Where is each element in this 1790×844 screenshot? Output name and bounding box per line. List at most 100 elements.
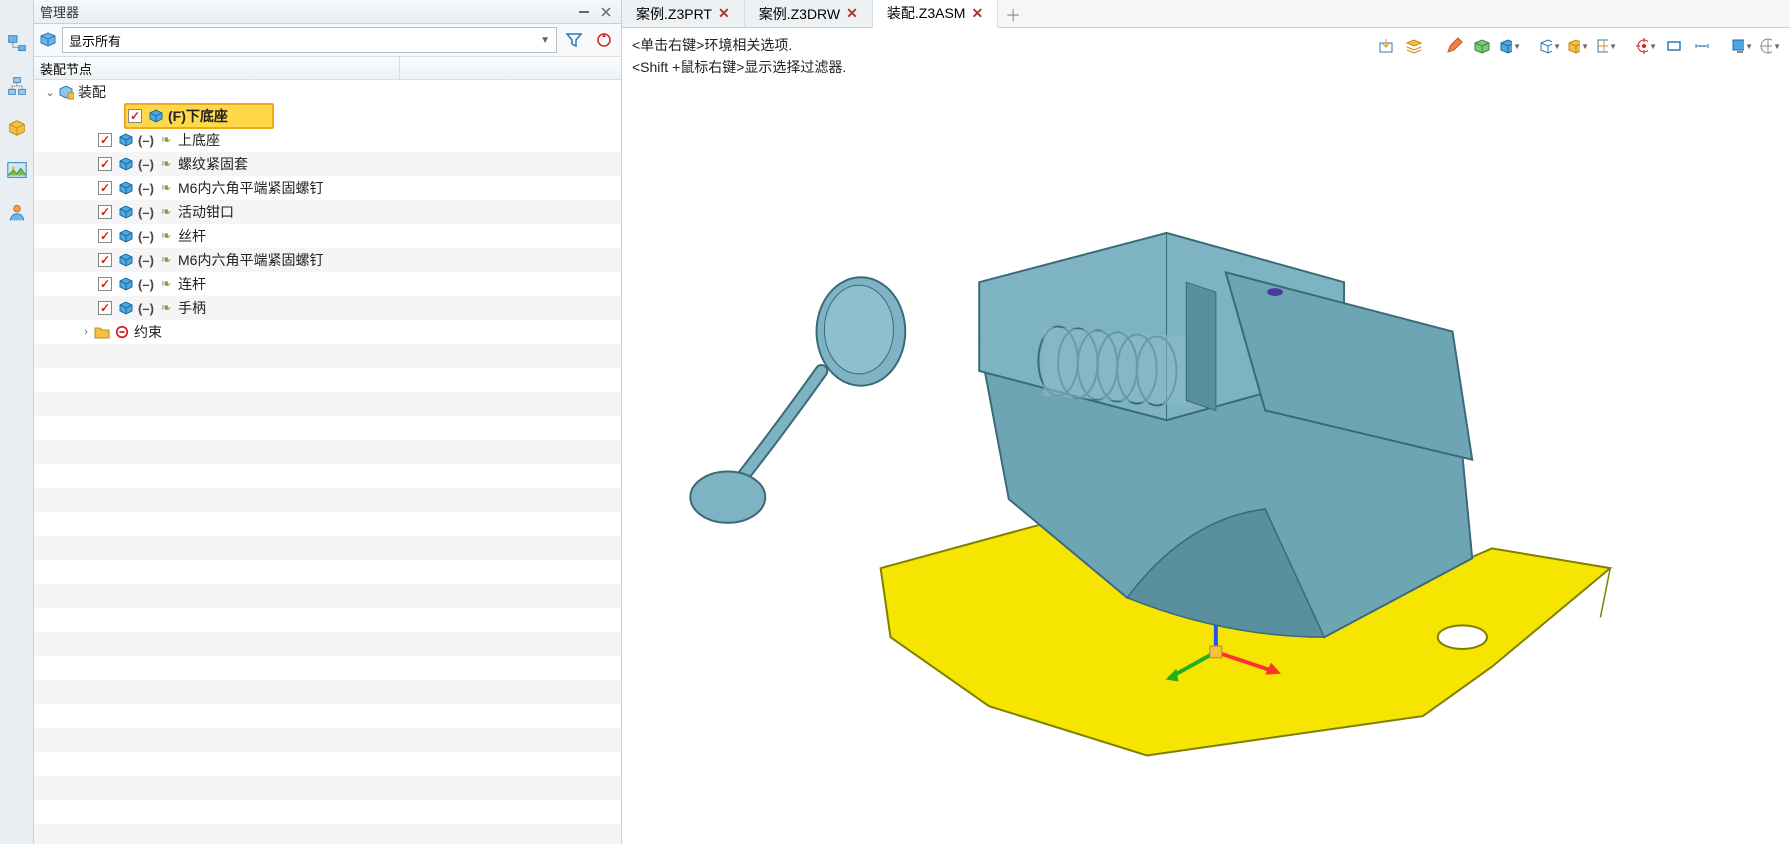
collapse-icon[interactable]: ⌄ bbox=[42, 86, 58, 99]
tab-label: 案例.Z3DRW bbox=[759, 4, 840, 24]
tree-item[interactable]: ✓ (–) ❧ 丝杆 bbox=[34, 224, 621, 248]
tree-empty-row bbox=[34, 488, 621, 512]
checkbox[interactable]: ✓ bbox=[98, 277, 112, 291]
tree-item-label: 手柄 bbox=[178, 298, 206, 318]
tree-item[interactable]: ✓ (F)下底座 bbox=[34, 104, 621, 128]
tree-root-row[interactable]: ⌄ 装配 bbox=[34, 80, 621, 104]
close-icon[interactable]: ✕ bbox=[971, 5, 983, 22]
close-icon[interactable]: ✕ bbox=[846, 5, 858, 22]
chevron-down-icon: ▼ bbox=[1649, 42, 1657, 51]
folder-icon bbox=[94, 324, 110, 340]
hint-line-2: <Shift +鼠标右键>显示选择过滤器. bbox=[632, 56, 1356, 78]
image-icon[interactable] bbox=[5, 158, 29, 182]
checkbox[interactable]: ✓ bbox=[98, 301, 112, 315]
tree-empty-row bbox=[34, 512, 621, 536]
rectangle-icon[interactable] bbox=[1662, 34, 1686, 58]
tree-empty-row bbox=[34, 728, 621, 752]
leaf-icon: ❧ bbox=[158, 300, 174, 316]
tree-item[interactable]: ✓ (–) ❧ 上底座 bbox=[34, 128, 621, 152]
tree-icon[interactable] bbox=[5, 32, 29, 56]
3d-viewport[interactable] bbox=[622, 85, 1790, 844]
filter-dropdown[interactable]: 显示所有 ▼ bbox=[62, 27, 557, 53]
close-button[interactable] bbox=[597, 4, 615, 20]
pencil-icon[interactable] bbox=[1442, 34, 1466, 58]
isometric-icon[interactable]: ▼ bbox=[1566, 34, 1590, 58]
part-icon bbox=[118, 228, 134, 244]
tab-label: 装配.Z3ASM bbox=[887, 3, 966, 23]
tree-empty-row bbox=[34, 656, 621, 680]
box-green-icon[interactable] bbox=[1470, 34, 1494, 58]
checkbox[interactable]: ✓ bbox=[98, 253, 112, 267]
hierarchy-icon[interactable] bbox=[5, 74, 29, 98]
box-blue-icon[interactable]: ▼ bbox=[1498, 34, 1522, 58]
axis-icon[interactable]: ▼ bbox=[1594, 34, 1618, 58]
tab-label: 案例.Z3PRT bbox=[636, 4, 712, 24]
filter-row: 显示所有 ▼ bbox=[34, 24, 621, 56]
checkbox[interactable]: ✓ bbox=[98, 229, 112, 243]
checkbox[interactable]: ✓ bbox=[98, 133, 112, 147]
tree-item[interactable]: ✓ (–) ❧ 活动钳口 bbox=[34, 200, 621, 224]
chevron-down-icon: ▼ bbox=[540, 35, 550, 46]
tree-item[interactable]: ✓ (–) ❧ M6内六角平端紧固螺钉 bbox=[34, 248, 621, 272]
chevron-down-icon: ▼ bbox=[1553, 42, 1561, 51]
close-icon[interactable]: ✕ bbox=[718, 5, 730, 22]
part-icon bbox=[118, 204, 134, 220]
leaf-icon: ❧ bbox=[158, 180, 174, 196]
viewport-toolbar: ▼ ▼ ▼ ▼ ▼ ▼ ▼ bbox=[1366, 28, 1790, 85]
funnel-button[interactable] bbox=[561, 27, 587, 53]
import-icon[interactable] bbox=[1374, 34, 1398, 58]
tab-z3asm[interactable]: 装配.Z3ASM ✕ bbox=[873, 0, 998, 28]
column-header: 装配节点 bbox=[34, 56, 621, 80]
tree-empty-row bbox=[34, 608, 621, 632]
assembly-root-icon bbox=[58, 84, 74, 100]
3d-model-render bbox=[622, 85, 1790, 844]
tree-constraints-row[interactable]: › 约束 bbox=[34, 320, 621, 344]
monitor-icon[interactable]: ▼ bbox=[1730, 34, 1754, 58]
tree-item[interactable]: ✓ (–) ❧ 螺纹紧固套 bbox=[34, 152, 621, 176]
layers-icon[interactable] bbox=[1402, 34, 1426, 58]
tab-add-button[interactable]: ＋ bbox=[998, 0, 1028, 27]
tree-empty-row bbox=[34, 440, 621, 464]
target-icon[interactable]: ▼ bbox=[1634, 34, 1658, 58]
checkbox[interactable]: ✓ bbox=[98, 157, 112, 171]
manager-title-text: 管理器 bbox=[40, 2, 79, 21]
part-icon bbox=[118, 300, 134, 316]
left-toolbar bbox=[0, 0, 34, 844]
tree-item[interactable]: ✓ (–) ❧ 连杆 bbox=[34, 272, 621, 296]
tree-empty-row bbox=[34, 752, 621, 776]
tree-item-highlighted[interactable]: ✓ (F)下底座 bbox=[124, 103, 274, 129]
part-icon bbox=[118, 156, 134, 172]
tree-empty-row bbox=[34, 464, 621, 488]
checkbox[interactable]: ✓ bbox=[98, 205, 112, 219]
assembly-icon bbox=[38, 30, 58, 50]
checkbox[interactable]: ✓ bbox=[98, 181, 112, 195]
scope-icon[interactable]: ▼ bbox=[1758, 34, 1782, 58]
ruler-icon[interactable] bbox=[1690, 34, 1714, 58]
checkbox[interactable]: ✓ bbox=[128, 109, 142, 123]
tab-z3drw[interactable]: 案例.Z3DRW ✕ bbox=[745, 0, 873, 27]
dash-icon: (–) bbox=[138, 252, 154, 268]
dash-icon: (–) bbox=[138, 132, 154, 148]
expand-icon[interactable]: › bbox=[78, 326, 94, 338]
leaf-icon: ❧ bbox=[158, 156, 174, 172]
manager-titlebar: 管理器 bbox=[34, 0, 621, 24]
tree-item-label: M6内六角平端紧固螺钉 bbox=[178, 178, 323, 198]
tree-empty-row bbox=[34, 560, 621, 584]
refresh-button[interactable] bbox=[591, 27, 617, 53]
wireframe-icon[interactable]: ▼ bbox=[1538, 34, 1562, 58]
minimize-button[interactable] bbox=[575, 4, 593, 20]
leaf-icon: ❧ bbox=[158, 132, 174, 148]
dash-icon: (–) bbox=[138, 276, 154, 292]
tree-empty-row bbox=[34, 776, 621, 800]
tree-item-label: 连杆 bbox=[178, 274, 206, 294]
tree-empty-row bbox=[34, 536, 621, 560]
box-icon[interactable] bbox=[5, 116, 29, 140]
tree-item[interactable]: ✓ (–) ❧ 手柄 bbox=[34, 296, 621, 320]
leaf-icon: ❧ bbox=[158, 204, 174, 220]
column-1-label: 装配节点 bbox=[34, 57, 399, 79]
person-icon[interactable] bbox=[5, 200, 29, 224]
right-panel: 案例.Z3PRT ✕ 案例.Z3DRW ✕ 装配.Z3ASM ✕ ＋ <单击右键… bbox=[622, 0, 1790, 844]
tree-item[interactable]: ✓ (–) ❧ M6内六角平端紧固螺钉 bbox=[34, 176, 621, 200]
tree-empty-row bbox=[34, 800, 621, 824]
tab-z3prt[interactable]: 案例.Z3PRT ✕ bbox=[622, 0, 745, 27]
